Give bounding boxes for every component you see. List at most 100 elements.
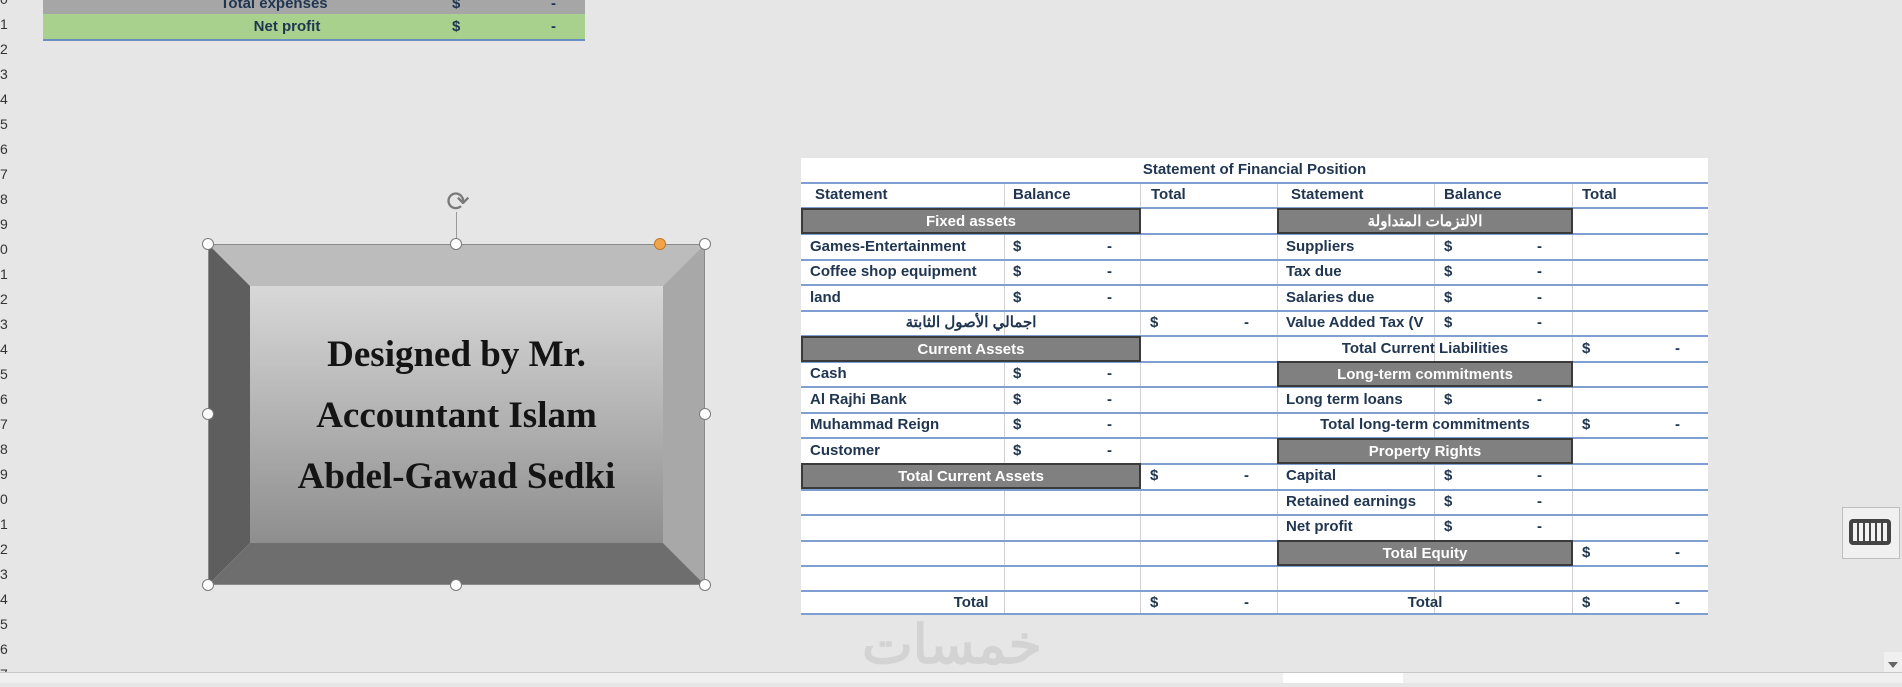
resize-handle-bottom-left[interactable]: [202, 579, 214, 591]
currency-symbol: $: [1150, 314, 1159, 331]
total-equity-header[interactable]: Total Equity: [1277, 540, 1573, 566]
currency-symbol: $: [1444, 238, 1453, 255]
current-asset-item[interactable]: Customer: [810, 438, 880, 463]
row-number[interactable]: 0: [0, 487, 14, 512]
fixed-asset-item[interactable]: Coffee shop equipment: [810, 259, 977, 284]
value-dash: -: [1675, 594, 1680, 611]
row-number[interactable]: 9: [0, 462, 14, 487]
rotate-handle-icon[interactable]: ⟳: [442, 186, 474, 218]
row-number[interactable]: 5: [0, 612, 14, 637]
long-term-commitments-header[interactable]: Long-term commitments: [1277, 361, 1573, 387]
row-number[interactable]: 8: [0, 187, 14, 212]
currency-symbol: $: [1013, 391, 1022, 408]
resize-handle-top-left[interactable]: [202, 238, 214, 250]
credit-line-1: Designed by Mr.: [327, 333, 586, 375]
current-liabilities-header[interactable]: الالتزمات المتداولة: [1277, 208, 1573, 234]
liability-item[interactable]: Value Added Tax (V: [1286, 310, 1436, 335]
row-number[interactable]: 7: [0, 412, 14, 437]
equity-item[interactable]: Retained earnings: [1286, 489, 1416, 514]
right-grand-total-label[interactable]: Total: [1277, 590, 1573, 615]
total-current-assets-header[interactable]: Total Current Assets: [801, 463, 1141, 489]
current-asset-item[interactable]: Muhammad Reign: [810, 412, 939, 437]
watermark-logo: خمسات: [861, 615, 1043, 675]
row-number[interactable]: 6: [0, 387, 14, 412]
header-balance: Balance: [1013, 186, 1071, 203]
row-number[interactable]: 2: [0, 287, 14, 312]
total-long-term-label[interactable]: Total long-term commitments: [1277, 412, 1573, 437]
current-asset-item[interactable]: Cash: [810, 361, 847, 386]
row-number[interactable]: 1: [0, 262, 14, 287]
equity-item[interactable]: Capital: [1286, 463, 1336, 488]
currency-symbol: $: [1444, 391, 1453, 408]
property-rights-header[interactable]: Property Rights: [1277, 438, 1573, 464]
row-number[interactable]: 2: [0, 37, 14, 62]
row-number[interactable]: 7: [0, 162, 14, 187]
value-dash: -: [1537, 289, 1542, 306]
row-number[interactable]: 4: [0, 587, 14, 612]
left-grand-total-label[interactable]: Total: [801, 590, 1141, 615]
currency-symbol: $: [1150, 594, 1159, 611]
fixed-asset-item[interactable]: Games-Entertainment: [810, 234, 966, 259]
liability-item[interactable]: Tax due: [1286, 259, 1342, 284]
designer-credit-shape[interactable]: Designed by Mr. Accountant Islam Abdel-G…: [208, 244, 705, 585]
value-dash: -: [1107, 391, 1112, 408]
resize-handle-right[interactable]: [699, 408, 711, 420]
row-number[interactable]: 8: [0, 437, 14, 462]
row-number[interactable]: 0: [0, 0, 14, 12]
currency-symbol: $: [1013, 263, 1022, 280]
currency-symbol: $: [1582, 594, 1591, 611]
row-number[interactable]: 4: [0, 337, 14, 362]
row-number[interactable]: 5: [0, 362, 14, 387]
row-number[interactable]: 3: [0, 312, 14, 337]
currency-symbol: $: [1013, 289, 1022, 306]
liability-item[interactable]: Suppliers: [1286, 234, 1354, 259]
value-dash: -: [1537, 467, 1542, 484]
header-balance-right: Balance: [1444, 186, 1502, 203]
resize-handle-bottom[interactable]: [450, 579, 462, 591]
value-dash: -: [1244, 314, 1249, 331]
fixed-assets-header[interactable]: Fixed assets: [801, 208, 1141, 234]
row-number[interactable]: 3: [0, 562, 14, 587]
row-number[interactable]: 1: [0, 12, 14, 37]
long-term-item[interactable]: Long term loans: [1286, 387, 1403, 412]
liability-item[interactable]: Salaries due: [1286, 285, 1374, 310]
row-number[interactable]: 6: [0, 137, 14, 162]
resize-handle-top-right[interactable]: [699, 238, 711, 250]
total-fixed-assets-label[interactable]: اجمالي الأصول الثابتة: [801, 310, 1141, 335]
total-current-liabilities-label[interactable]: Total Current Liabilities: [1277, 336, 1573, 361]
resize-handle-left[interactable]: [202, 408, 214, 420]
adjust-handle[interactable]: [654, 238, 666, 250]
value-dash: -: [1107, 289, 1112, 306]
equity-item[interactable]: Net profit: [1286, 514, 1353, 539]
value-dash: -: [1107, 442, 1112, 459]
currency-symbol: $: [1444, 493, 1453, 510]
current-assets-header[interactable]: Current Assets: [801, 336, 1141, 362]
value-dash: -: [1537, 391, 1542, 408]
row-number[interactable]: 3: [0, 62, 14, 87]
value-dash: -: [551, 18, 556, 35]
fixed-asset-item[interactable]: land: [810, 285, 841, 310]
row-number[interactable]: 0: [0, 237, 14, 262]
row-number[interactable]: 2: [0, 537, 14, 562]
statement-title: Statement of Financial Position: [1142, 161, 1367, 178]
touch-keyboard-button[interactable]: [1842, 507, 1900, 559]
currency-symbol: $: [1582, 544, 1591, 561]
row-number[interactable]: 9: [0, 212, 14, 237]
currency-symbol: $: [1444, 467, 1453, 484]
resize-handle-top[interactable]: [450, 238, 462, 250]
row-number[interactable]: 1: [0, 512, 14, 537]
row-number[interactable]: 4: [0, 87, 14, 112]
value-dash: -: [1675, 416, 1680, 433]
currency-symbol: $: [1444, 263, 1453, 280]
row-number[interactable]: 6: [0, 637, 14, 662]
resize-handle-bottom-right[interactable]: [699, 579, 711, 591]
sheet-tab-bar[interactable]: [0, 672, 1902, 683]
currency-symbol: $: [1582, 340, 1591, 357]
value-dash: -: [1107, 365, 1112, 382]
current-asset-item[interactable]: Al Rajhi Bank: [810, 387, 907, 412]
row-number[interactable]: 5: [0, 112, 14, 137]
currency-symbol: $: [1444, 314, 1453, 331]
currency-symbol: $: [1013, 442, 1022, 459]
currency-symbol: $: [1582, 416, 1591, 433]
net-profit-row[interactable]: Net profit $ -: [43, 14, 585, 41]
